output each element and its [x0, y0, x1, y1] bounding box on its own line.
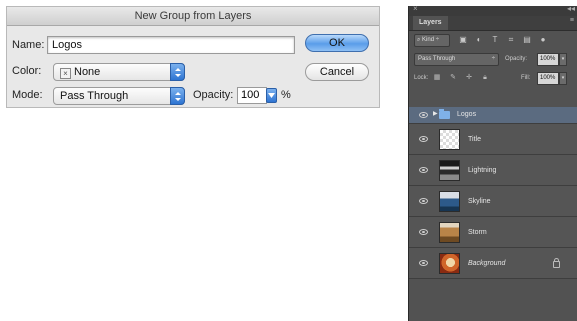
mode-label: Mode: [12, 89, 43, 101]
lock-position-icon[interactable]: ✛ [465, 74, 473, 82]
lock-label: Lock: [414, 75, 429, 81]
adjustment-filter-icon[interactable]: ◐ [473, 34, 485, 46]
select-arrows-icon [170, 87, 185, 105]
color-label: Color: [12, 65, 42, 77]
shape-filter-icon[interactable]: ⌗ [505, 34, 517, 46]
layer-thumbnail [439, 253, 460, 274]
color-select-value: None [74, 66, 101, 78]
opacity-dropdown-icon[interactable]: ▾ [559, 53, 567, 66]
layer-background[interactable]: Background [409, 248, 577, 279]
filter-row: ⌕ Kind ÷ ▣ ◐ T ⌗ ▤ ● [409, 31, 577, 50]
chevron-updown-icon: ÷ [491, 56, 495, 62]
lock-transparent-icon[interactable]: ▦ [433, 74, 441, 82]
dialog-title: New Group from Layers [7, 7, 379, 26]
panel-opacity-field[interactable]: 100% [537, 53, 559, 66]
lock-icon [553, 258, 560, 268]
disclosure-triangle-icon[interactable]: ▶ [433, 110, 438, 117]
panel-tabbar: Layers ≡ [409, 16, 577, 31]
layers-panel: × ◂◂ Layers ≡ ⌕ Kind ÷ ▣ ◐ T ⌗ ▤ ● Pass … [408, 6, 577, 321]
smart-object-filter-icon[interactable]: ▤ [521, 34, 533, 46]
opacity-field[interactable]: 100 [237, 87, 267, 104]
no-color-swatch-icon: × [60, 68, 71, 79]
blend-mode-value: Pass Through [418, 56, 456, 62]
close-icon[interactable]: × [413, 6, 418, 13]
layer-title[interactable]: Title [409, 124, 577, 155]
eye-icon[interactable] [419, 167, 428, 173]
opacity-dropdown-button[interactable] [266, 88, 277, 103]
layer-thumbnail [439, 129, 460, 150]
layer-logos-group[interactable]: ▶ Logos [409, 107, 577, 124]
type-filter-icon[interactable]: T [489, 34, 501, 46]
mode-select[interactable]: Pass Through [53, 87, 185, 105]
ok-button[interactable]: OK [305, 34, 369, 52]
new-group-dialog: New Group from Layers Name: Logos Color:… [6, 6, 380, 108]
select-arrows-icon [170, 63, 185, 81]
layer-name: Background [468, 260, 506, 267]
layer-name: Skyline [468, 198, 491, 205]
layer-skyline[interactable]: Skyline [409, 186, 577, 217]
blend-mode-select[interactable]: Pass Through ÷ [414, 53, 499, 66]
layer-name: Title [468, 136, 481, 143]
layer-name: Logos [457, 111, 477, 118]
image-filter-icon[interactable]: ▣ [457, 34, 469, 46]
blend-row: Pass Through ÷ Opacity: 100% ▾ [409, 50, 577, 69]
eye-icon[interactable] [419, 198, 428, 204]
layer-thumbnail [439, 160, 460, 181]
panel-opacity-label: Opacity: [505, 56, 528, 62]
fill-dropdown-icon[interactable]: ▾ [559, 72, 567, 85]
layer-storm[interactable]: Storm [409, 217, 577, 248]
filter-toggle-icon[interactable]: ● [537, 34, 549, 46]
search-icon: ⌕ [417, 37, 421, 43]
lock-row: Lock: ▦ ✎ ✛ 🔒︎ Fill: 100% ▾ [409, 69, 577, 88]
color-select[interactable]: × None [53, 63, 185, 81]
cancel-button[interactable]: Cancel [305, 63, 369, 81]
triangle-down-icon [268, 93, 275, 98]
lock-image-icon[interactable]: ✎ [449, 74, 457, 82]
layer-thumbnail [439, 191, 460, 212]
tab-layers[interactable]: Layers [413, 16, 448, 30]
opacity-label: Opacity: [193, 89, 234, 101]
layer-thumbnail [439, 222, 460, 243]
layer-name: Lightning [468, 167, 497, 174]
layer-lightning[interactable]: Lightning [409, 155, 577, 186]
mode-select-value: Pass Through [60, 90, 129, 102]
name-label: Name: [12, 39, 45, 51]
eye-icon[interactable] [419, 136, 428, 142]
opacity-unit: % [281, 89, 291, 101]
layer-name: Storm [468, 229, 487, 236]
collapse-icon[interactable]: ◂◂ [567, 6, 575, 13]
eye-icon[interactable] [419, 229, 428, 235]
lock-all-icon[interactable]: 🔒︎ [481, 74, 489, 82]
eye-icon[interactable] [419, 112, 428, 118]
filter-kind-label: Kind [422, 37, 435, 43]
name-field[interactable]: Logos [47, 36, 295, 54]
panel-titlebar: × ◂◂ [409, 6, 577, 16]
fill-label: Fill: [521, 75, 531, 81]
fill-field[interactable]: 100% [537, 72, 559, 85]
folder-icon [439, 109, 450, 119]
eye-icon[interactable] [419, 260, 428, 266]
filter-kind-select[interactable]: ⌕ Kind ÷ [414, 34, 450, 47]
panel-menu-icon[interactable]: ≡ [570, 17, 574, 24]
